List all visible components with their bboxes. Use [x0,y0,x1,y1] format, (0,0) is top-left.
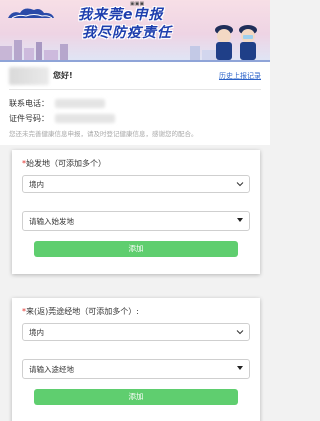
departure-title-text: 始发地（可添加多个） [26,159,106,168]
history-records-link[interactable]: 历史上报记录 [219,71,261,81]
chevron-down-icon [236,182,244,187]
departure-title: *始发地（可添加多个） [22,158,250,169]
id-row: 证件号码： [9,111,261,126]
dropdown-triangle-icon [237,218,243,222]
greeting-text: 您好! [53,71,73,80]
transit-place-select[interactable]: 请输入途经地 [22,359,250,379]
transit-region-select[interactable]: 境内 [22,323,250,341]
chevron-down-icon [236,330,244,335]
greeting: 您好! [9,66,73,85]
departure-place-select[interactable]: 请输入始发地 [22,211,250,231]
add-departure-button[interactable]: 添加 [34,241,238,257]
transit-title: *来(返)莞途经地（可添加多个）: [22,306,250,317]
departure-region-select[interactable]: 境内 [22,175,250,193]
transit-place-placeholder: 请输入途经地 [29,364,74,374]
departure-place-placeholder: 请输入始发地 [29,216,74,226]
slogan-line1: 我来莞e申报 [78,7,164,23]
contact-info: 联系电话： 证件号码： [9,90,261,126]
transit-region-value: 境内 [29,327,44,337]
phone-value-redacted [55,99,105,108]
departure-card: *始发地（可添加多个） 境内 请输入始发地 添加 [12,150,260,274]
dropdown-triangle-icon [237,366,243,370]
page: ▣▣▣ 我来莞e申报 我尽防疫责任 您好! 历史上报记录 联系电话： 证件号码：… [0,0,270,421]
departure-region-value: 境内 [29,179,44,189]
banner: ▣▣▣ 我来莞e申报 我尽防疫责任 [0,0,270,62]
notice-text: 您还未完善健康信息申报，请及时登记健康信息，感谢您的配合。 [9,130,198,138]
logo-cloud-icon [8,8,54,19]
add-transit-button[interactable]: 添加 [34,389,238,405]
user-info-card: 您好! 历史上报记录 联系电话： 证件号码： 您还未完善健康信息申报，请及时登记… [0,62,270,145]
user-name-redacted [9,66,49,85]
phone-row: 联系电话： [9,96,261,111]
transit-card: *来(返)莞途经地（可添加多个）: 境内 请输入途经地 添加 [12,298,260,421]
greeting-row: 您好! 历史上报记录 [9,62,261,90]
id-label: 证件号码： [9,114,49,123]
police-officers-icon [215,25,257,60]
phone-label: 联系电话： [9,99,49,108]
transit-title-text: 来(返)莞途经地（可添加多个）: [26,307,139,316]
id-value-redacted [55,114,115,123]
